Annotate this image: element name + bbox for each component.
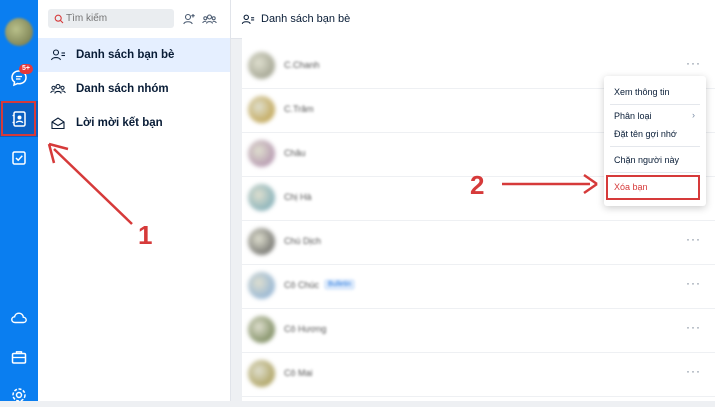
- annotation-arrows: [47, 142, 598, 225]
- annotation-number-1: 1: [138, 220, 153, 250]
- arrow-1-line: [53, 148, 133, 225]
- annotation-number-2: 2: [470, 170, 485, 200]
